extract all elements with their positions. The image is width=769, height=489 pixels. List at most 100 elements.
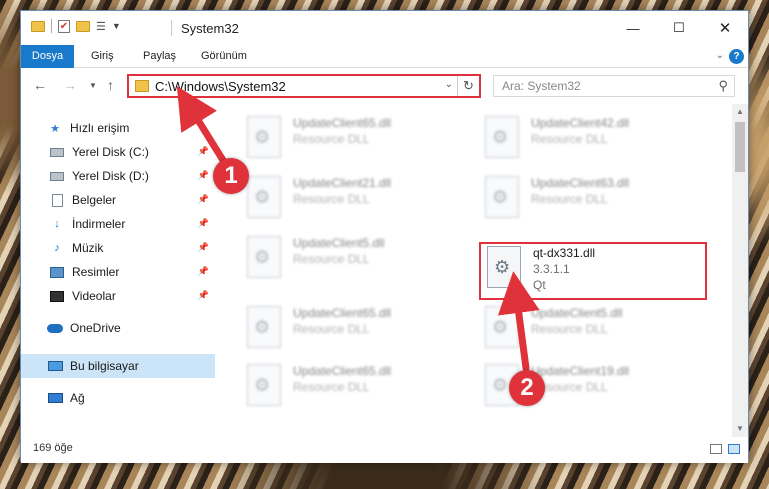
file-tile[interactable]: UpdateClient42.dll Resource DLL [479,112,707,164]
maximize-button[interactable]: ☐ [656,11,702,45]
properties-check-icon[interactable]: ✔ [58,19,70,33]
up-arrow-icon[interactable]: ↑ [107,77,114,93]
back-arrow-icon[interactable]: ← [33,77,47,93]
file-description: Resource DLL [293,192,370,206]
sidebar-item-documents[interactable]: Belgeler 📌 [21,188,215,212]
title-divider [171,20,172,36]
file-tile[interactable]: UpdateClient65.dll Resource DLL [241,112,469,164]
file-name: UpdateClient19.dll [531,364,630,378]
sidebar-item-quick-access[interactable]: ★ Hızlı erişim [47,116,215,140]
file-explorer-window: ✔ ☰ ▼ System32 — ☐ ✕ Dosya Giriş Paylaş … [20,10,749,463]
search-placeholder: Ara: System32 [502,79,581,93]
item-count: 169 öğe [33,442,73,454]
navigation-pane: ★ Hızlı erişim Yerel Disk (C:) 📌 Yerel D… [21,104,215,437]
refresh-icon[interactable]: ↻ [457,76,479,96]
details-view-icon[interactable] [710,444,722,454]
sidebar-item-label: Müzik [72,241,104,255]
file-description: Resource DLL [531,132,608,146]
file-description: Resource DLL [531,322,608,336]
file-tile[interactable]: UpdateClient65.dll Resource DLL [241,360,469,412]
sidebar-item-label: İndirmeler [72,217,126,231]
onedrive-icon [47,321,63,335]
vertical-scrollbar[interactable]: ▲ ▼ [732,104,748,437]
pin-icon[interactable]: 📌 [198,170,209,181]
scroll-down-icon[interactable]: ▼ [732,421,748,437]
drive-icon [49,169,65,183]
sidebar-item-label: OneDrive [70,321,121,335]
tab-home[interactable]: Giriş [91,45,114,68]
dll-file-icon [247,306,281,348]
documents-icon [49,193,65,207]
pin-icon[interactable]: 📌 [198,290,209,301]
dll-file-icon [247,176,281,218]
sidebar-item-local-disk-c[interactable]: Yerel Disk (C:) 📌 [21,140,215,164]
pictures-icon [49,265,65,279]
pin-icon[interactable]: 📌 [198,218,209,229]
minimize-button[interactable]: — [610,11,656,45]
chevron-down-icon[interactable]: ▼ [112,21,121,31]
file-description: Resource DLL [293,132,370,146]
sidebar-item-network[interactable]: Ağ [21,386,215,410]
videos-icon [49,289,65,303]
close-button[interactable]: ✕ [702,11,748,45]
search-icon[interactable]: ⚲ [718,78,728,94]
tab-view[interactable]: Görünüm [201,45,247,68]
address-path[interactable]: C:\Windows\System32 [155,79,286,94]
sidebar-item-label: Yerel Disk (D:) [72,169,149,183]
expand-ribbon-icon[interactable]: ⌄ [716,50,724,61]
file-name: UpdateClient63.dll [531,176,630,190]
pin-icon[interactable]: 📌 [198,242,209,253]
sidebar-item-this-pc[interactable]: Bu bilgisayar [21,354,215,378]
folder-icon[interactable] [31,20,45,32]
sidebar-item-label: Hızlı erişim [70,121,130,135]
file-name: UpdateClient65.dll [293,306,392,320]
folder-icon [135,80,149,92]
pin-icon[interactable]: 📌 [198,266,209,277]
file-description: Resource DLL [293,322,370,336]
drive-icon [49,145,65,159]
help-icon[interactable]: ? [729,49,744,64]
pin-icon[interactable]: 📌 [198,146,209,157]
new-folder-icon[interactable] [76,20,90,32]
scroll-thumb[interactable] [735,122,745,172]
scroll-up-icon[interactable]: ▲ [732,104,748,120]
sidebar-item-label: Yerel Disk (C:) [72,145,149,159]
file-list: UpdateClient65.dll Resource DLL UpdateCl… [215,104,734,437]
sidebar-item-onedrive[interactable]: OneDrive [21,316,215,340]
status-bar: 169 öğe [21,437,748,463]
star-icon: ★ [50,122,60,135]
tab-share[interactable]: Paylaş [143,45,176,68]
file-name: UpdateClient65.dll [293,364,392,378]
sidebar-item-downloads[interactable]: ↓ İndirmeler 📌 [21,212,215,236]
sidebar-item-videos[interactable]: Videolar 📌 [21,284,215,308]
forward-arrow-icon[interactable]: → [63,77,77,93]
dll-file-icon [247,236,281,278]
file-name: UpdateClient42.dll [531,116,630,130]
music-icon: ♪ [54,242,60,254]
pin-icon[interactable]: 📌 [198,194,209,205]
file-name: UpdateClient5.dll [531,306,623,320]
tiles-view-icon[interactable] [728,444,740,454]
search-input[interactable]: Ara: System32 ⚲ [493,75,735,97]
file-tile[interactable]: UpdateClient5.dll Resource DLL [241,232,469,284]
sidebar-item-label: Videolar [72,289,116,303]
ribbon-tabs: Dosya Giriş Paylaş Görünüm ⌄ ? [21,45,748,68]
recent-locations-icon[interactable]: ▼ [89,81,97,90]
file-tile[interactable]: UpdateClient65.dll Resource DLL [241,302,469,354]
file-tile[interactable]: UpdateClient5.dll Resource DLL [479,302,707,354]
sidebar-item-local-disk-d[interactable]: Yerel Disk (D:) 📌 [21,164,215,188]
sidebar-item-label: Belgeler [72,193,117,207]
sidebar-item-pictures[interactable]: Resimler 📌 [21,260,215,284]
dll-file-icon [485,116,519,158]
this-pc-icon [47,359,63,373]
address-row: ← → ▼ ↑ C:\Windows\System32 ⌄ ↻ Ara: Sys… [21,68,748,104]
tab-file[interactable]: Dosya [21,45,74,68]
dll-file-icon [485,176,519,218]
file-tile[interactable]: UpdateClient63.dll Resource DLL [479,172,707,224]
file-description: Resource DLL [531,192,608,206]
customize-icon[interactable]: ☰ [96,20,106,33]
sidebar-item-music[interactable]: ♪ Müzik 📌 [21,236,215,260]
address-bar[interactable]: C:\Windows\System32 ⌄ ↻ [127,74,481,98]
chevron-down-icon[interactable]: ⌄ [445,79,453,90]
file-tile[interactable]: UpdateClient21.dll Resource DLL [241,172,469,224]
